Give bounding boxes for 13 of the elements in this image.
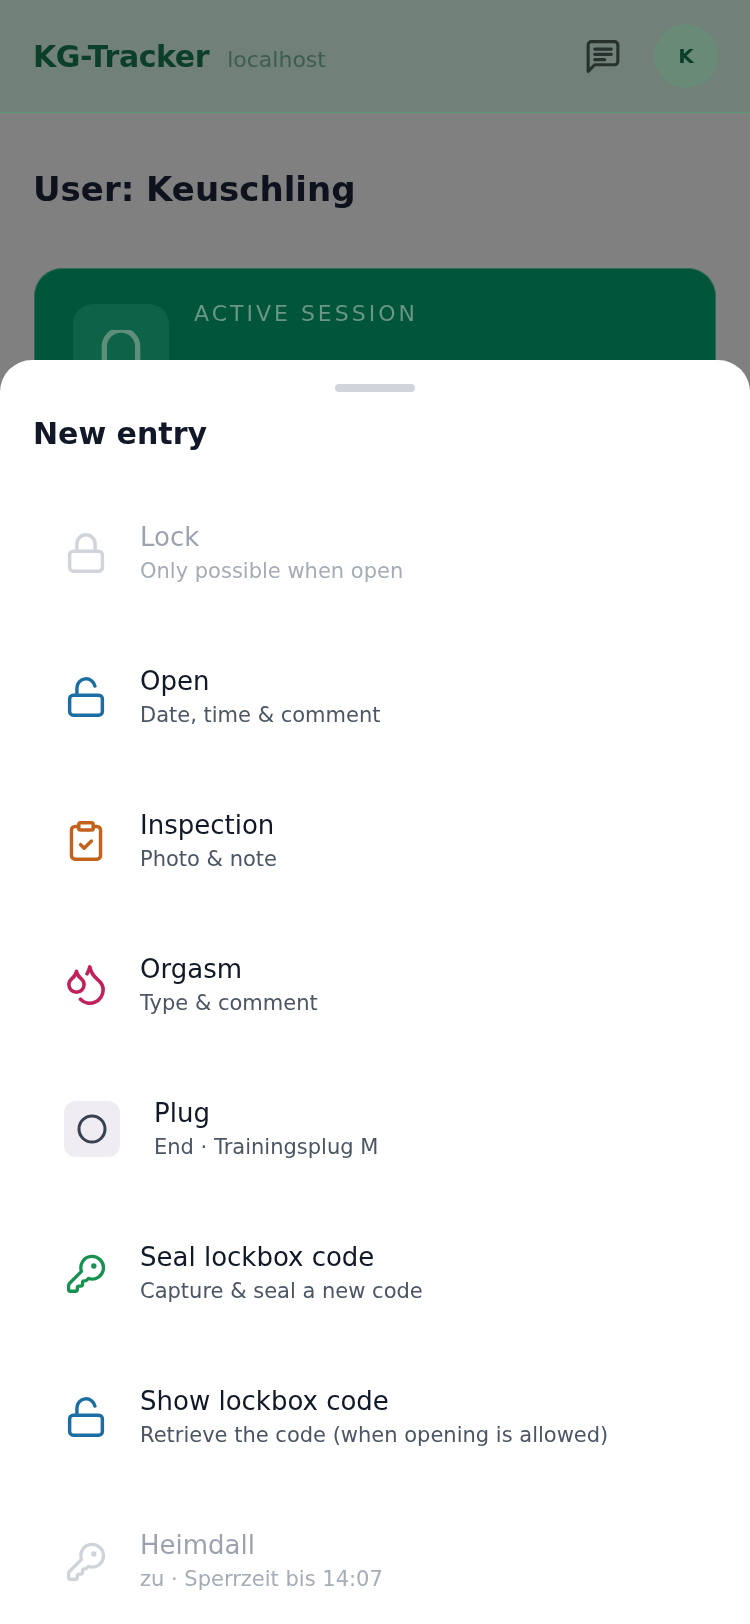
entry-option[interactable]: Plug End · Trainingsplug M bbox=[33, 1097, 379, 1161]
entry-option[interactable]: Orgasm Type & comment bbox=[33, 953, 318, 1017]
entry-option[interactable]: Show lockbox code Retrieve the code (when opening is allowed) bbox=[33, 1385, 609, 1449]
padlock-icon bbox=[73, 303, 169, 360]
chat-icon[interactable] bbox=[586, 39, 620, 73]
page-title: User: Keuschling bbox=[33, 169, 357, 209]
sheet-title: New entry bbox=[33, 416, 208, 452]
entry-option[interactable]: Seal lockbox code Capture & seal a new code bbox=[33, 1241, 423, 1305]
app-title: KG-Tracker bbox=[33, 38, 210, 74]
drag-handle[interactable] bbox=[335, 384, 415, 392]
session-label: ACTIVE SESSION bbox=[194, 301, 418, 327]
entry-option[interactable]: Inspection Photo & note bbox=[33, 809, 277, 873]
entry-option[interactable]: Open Date, time & comment bbox=[33, 665, 381, 729]
